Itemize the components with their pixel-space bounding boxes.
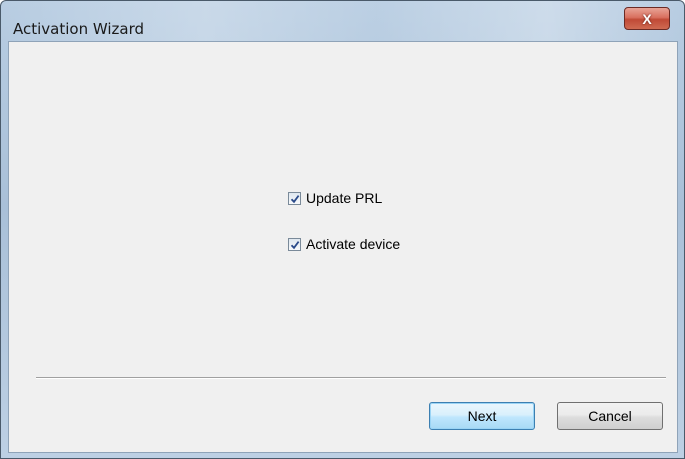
close-button[interactable]: X — [624, 7, 670, 30]
checkmark-icon — [290, 240, 300, 249]
options-group: Update PRL Activate device — [288, 187, 400, 279]
update-prl-option[interactable]: Update PRL — [288, 187, 400, 209]
activate-device-option[interactable]: Activate device — [288, 233, 400, 255]
next-button[interactable]: Next — [429, 402, 535, 430]
separator-line — [36, 377, 666, 379]
checkmark-icon — [290, 194, 300, 203]
window-title: Activation Wizard — [13, 20, 145, 38]
activate-device-checkbox[interactable] — [288, 237, 301, 251]
activate-device-label: Activate device — [306, 236, 401, 252]
wizard-content-panel: Update PRL Activate device Next Cancel — [8, 41, 678, 453]
activation-wizard-window: Activation Wizard X Update PRL Activate … — [0, 0, 685, 459]
update-prl-checkbox[interactable] — [288, 191, 301, 205]
update-prl-label: Update PRL — [306, 190, 383, 206]
title-bar[interactable]: Activation Wizard X — [1, 1, 684, 41]
close-icon: X — [642, 10, 652, 27]
cancel-button[interactable]: Cancel — [557, 402, 663, 430]
